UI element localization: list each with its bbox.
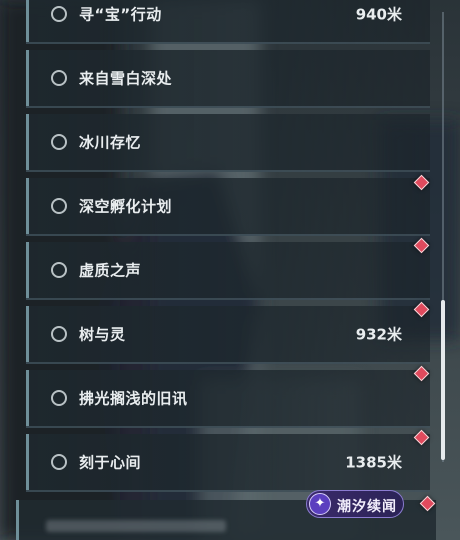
quest-status-circle-icon [51,70,67,86]
row-accent-bar [26,50,29,106]
quest-status-circle-icon [51,198,67,214]
quest-row[interactable]: 冰川存忆 [26,114,430,172]
quest-title: 虚质之声 [79,261,142,280]
quest-status-circle-icon [51,134,67,150]
quest-distance: 1385米 [345,453,402,472]
quest-status-circle-icon [51,390,67,406]
quest-title: 拂光搁浅的旧讯 [79,389,188,408]
sparkle-logo-icon: ✦ [309,493,331,515]
quest-row[interactable]: 虚质之声 [26,242,430,300]
quest-row[interactable]: 来自雪白深处 [26,50,430,108]
quest-title: 冰川存忆 [79,133,142,152]
quest-title: 刻于心间 [79,453,142,472]
quest-list: 寻“宝”行动 940米 来自雪白深处 冰川存忆 深空孵化计划 虚质之声 树与灵 … [0,0,460,540]
quest-status-circle-icon [51,262,67,278]
row-accent-bar [16,500,19,540]
quest-distance: 932米 [355,325,402,344]
row-accent-bar [26,0,29,42]
quest-status-circle-icon [51,454,67,470]
watermark-text: 潮汐续闻 [337,499,397,515]
quest-row[interactable]: 深空孵化计划 [26,178,430,236]
quest-status-circle-icon [51,6,67,22]
quest-title: 寻“宝”行动 [79,5,162,24]
quest-title: 深空孵化计划 [79,197,173,216]
quest-row[interactable]: 寻“宝”行动 940米 [26,0,430,44]
quest-row[interactable]: 拂光搁浅的旧讯 [26,370,430,428]
quest-title: 来自雪白深处 [79,69,173,88]
scrollbar-thumb[interactable] [441,300,445,460]
obscured-quest-title [46,520,226,532]
quest-distance: 940米 [355,5,402,24]
row-accent-bar [26,242,29,298]
watermark-logo: ✦ 潮汐续闻 [306,490,404,518]
row-accent-bar [26,306,29,362]
quest-row[interactable]: 树与灵 932米 [26,306,430,364]
row-accent-bar [26,114,29,170]
row-accent-bar [26,370,29,426]
quest-title: 树与灵 [79,325,126,344]
row-accent-bar [26,434,29,490]
quest-row[interactable]: 刻于心间 1385米 [26,434,430,492]
quest-status-circle-icon [51,326,67,342]
row-accent-bar [26,178,29,234]
